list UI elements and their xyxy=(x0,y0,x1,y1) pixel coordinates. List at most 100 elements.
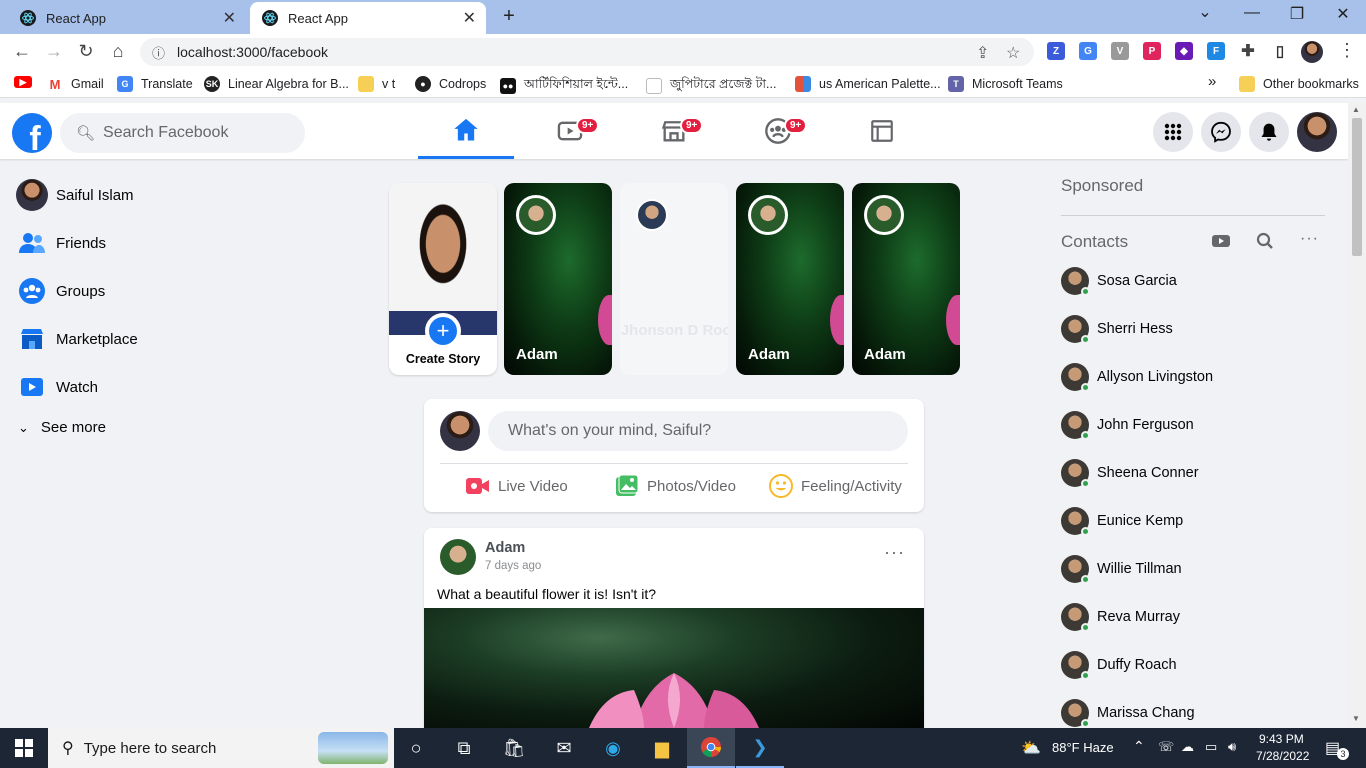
plus-icon[interactable]: + xyxy=(425,313,461,349)
minimize-button[interactable]: — xyxy=(1240,4,1264,22)
scrollbar-thumb[interactable] xyxy=(1352,118,1362,256)
story-card[interactable]: Jhonson D Rock xyxy=(620,183,728,375)
bookmark-linear-algebra[interactable]: SK Linear Algebra for B... xyxy=(204,76,349,92)
bookmark-gmail[interactable]: M Gmail xyxy=(47,76,104,92)
video-room-icon[interactable] xyxy=(1211,233,1231,254)
nav-home-tab[interactable] xyxy=(418,103,514,159)
clock-time[interactable]: 9:43 PM xyxy=(1259,732,1304,746)
translate-extension-icon[interactable]: G xyxy=(1079,42,1097,60)
close-tab-icon[interactable]: ✕ xyxy=(463,8,476,28)
bookmark-palette[interactable]: us American Palette... xyxy=(795,76,941,92)
meet-now-icon[interactable]: ☏ xyxy=(1158,739,1174,755)
nav-gaming-tab[interactable] xyxy=(834,103,930,159)
menu-button[interactable] xyxy=(1153,112,1193,152)
contact-item[interactable]: Duffy Roach xyxy=(1061,651,1177,680)
live-video-button[interactable]: Live Video xyxy=(466,474,568,498)
search-input[interactable]: 🔍︎ Search Facebook xyxy=(60,113,305,153)
windows-start-icon[interactable] xyxy=(0,728,48,768)
feeling-activity-button[interactable]: Feeling/Activity xyxy=(769,474,902,498)
weather-text[interactable]: 88°F Haze xyxy=(1052,740,1114,755)
bookmark-codrops[interactable]: ● Codrops xyxy=(415,76,486,92)
zip-extension-icon[interactable]: Z xyxy=(1047,42,1065,60)
nav-watch-tab[interactable]: 9+ xyxy=(522,103,618,159)
restore-button[interactable]: ❐ xyxy=(1285,4,1309,24)
see-more-button[interactable]: ⌄ See more xyxy=(18,419,106,436)
chevron-up-icon[interactable]: ⌃ xyxy=(1133,738,1145,755)
back-button[interactable]: ← xyxy=(11,41,33,62)
edge-icon[interactable]: ◉ xyxy=(589,728,637,768)
forward-button[interactable]: → xyxy=(43,41,65,62)
reload-button[interactable]: ↻ xyxy=(75,41,97,62)
file-explorer-icon[interactable]: ▆ xyxy=(638,728,686,768)
contact-item[interactable]: John Ferguson xyxy=(1061,411,1194,440)
bookmark-star-icon[interactable]: ☆ xyxy=(1006,43,1020,63)
address-bar[interactable]: ⓘ localhost:3000/facebook ⇪ ☆ xyxy=(140,38,1034,66)
purple-extension-icon[interactable]: ◆ xyxy=(1175,42,1193,60)
extensions-puzzle-icon[interactable]: ✚ xyxy=(1239,42,1257,60)
task-view-icon[interactable]: ⧉ xyxy=(440,728,488,768)
home-button[interactable]: ⌂ xyxy=(107,41,129,62)
volume-icon[interactable]: 🔊︎ xyxy=(1228,739,1236,755)
more-options-icon[interactable]: ··· xyxy=(884,542,905,563)
post-image[interactable] xyxy=(424,608,924,728)
composer-input[interactable]: What's on your mind, Saiful? xyxy=(488,411,908,451)
scroll-up-arrow-icon[interactable]: ▲ xyxy=(1352,105,1360,114)
contact-item[interactable]: Sherri Hess xyxy=(1061,315,1173,344)
facebook-logo-icon[interactable]: f xyxy=(12,113,52,153)
cortana-icon[interactable]: ○ xyxy=(392,728,440,768)
more-bookmarks-button[interactable]: » xyxy=(1208,73,1216,90)
onedrive-icon[interactable]: ☁ xyxy=(1181,739,1194,755)
contact-item[interactable]: Marissa Chang xyxy=(1061,699,1195,728)
contacts-options-icon[interactable]: ··· xyxy=(1300,230,1319,248)
bookmark-translate[interactable]: G Translate xyxy=(117,76,193,92)
share-icon[interactable]: ⇪ xyxy=(976,43,989,63)
side-panel-icon[interactable]: ▯ xyxy=(1271,42,1289,60)
store-icon[interactable]: 🛍︎ xyxy=(490,728,538,768)
v-extension-icon[interactable]: V xyxy=(1111,42,1129,60)
story-card[interactable]: Adam xyxy=(736,183,844,375)
clock-date[interactable]: 7/28/2022 xyxy=(1256,749,1309,763)
fi-extension-icon[interactable]: F xyxy=(1207,42,1225,60)
contact-item[interactable]: Allyson Livingston xyxy=(1061,363,1213,392)
post-author-avatar[interactable] xyxy=(440,539,476,575)
bookmark-teams[interactable]: T Microsoft Teams xyxy=(948,76,1063,92)
bookmark-youtube[interactable]: ▶ xyxy=(14,76,40,88)
network-icon[interactable]: ▭ xyxy=(1205,739,1217,755)
vscode-icon[interactable]: ❯ xyxy=(736,728,784,768)
tab-search-button[interactable]: ⌄ xyxy=(1193,2,1217,22)
contact-item[interactable]: Eunice Kemp xyxy=(1061,507,1183,536)
chrome-icon[interactable] xyxy=(687,728,735,768)
photos-video-button[interactable]: Photos/Video xyxy=(615,474,736,498)
scroll-down-arrow-icon[interactable]: ▼ xyxy=(1352,714,1360,723)
close-window-button[interactable]: ✕ xyxy=(1331,4,1355,24)
search-contacts-icon[interactable] xyxy=(1256,232,1274,254)
bookmark-folder-vt[interactable]: v t xyxy=(358,76,395,92)
sidebar-item-friends[interactable]: Friends xyxy=(16,227,106,259)
post-timestamp[interactable]: 7 days ago xyxy=(485,560,541,572)
pixiv-extension-icon[interactable]: P xyxy=(1143,42,1161,60)
post-author-name[interactable]: Adam xyxy=(485,540,525,556)
sidebar-item-watch[interactable]: Watch xyxy=(16,371,98,403)
sidebar-item-marketplace[interactable]: Marketplace xyxy=(16,323,138,355)
story-card[interactable]: Adam xyxy=(504,183,612,375)
contact-item[interactable]: Sosa Garcia xyxy=(1061,267,1177,296)
browser-tab-1[interactable]: React App ✕ xyxy=(8,2,246,34)
mail-icon[interactable]: ✉ xyxy=(540,728,588,768)
account-avatar[interactable] xyxy=(1297,112,1337,152)
chrome-menu-icon[interactable]: ⋮ xyxy=(1336,40,1358,61)
notifications-button[interactable] xyxy=(1249,112,1289,152)
new-tab-button[interactable]: + xyxy=(497,5,521,28)
profile-avatar[interactable] xyxy=(1301,41,1323,63)
story-card[interactable]: Adam xyxy=(852,183,960,375)
nav-groups-tab[interactable]: 9+ xyxy=(730,103,826,159)
nav-marketplace-tab[interactable]: 9+ xyxy=(626,103,722,159)
weather-icon[interactable]: ⛅ xyxy=(1021,738,1041,758)
contact-item[interactable]: Reva Murray xyxy=(1061,603,1180,632)
browser-tab-2[interactable]: React App ✕ xyxy=(250,2,486,34)
messenger-button[interactable] xyxy=(1201,112,1241,152)
other-bookmarks[interactable]: Other bookmarks xyxy=(1239,76,1359,92)
taskbar-search-input[interactable]: ⚲ Type here to search xyxy=(48,728,394,768)
contact-item[interactable]: Willie Tillman xyxy=(1061,555,1182,584)
create-story-card[interactable]: + Create Story xyxy=(389,183,497,375)
sidebar-item-groups[interactable]: Groups xyxy=(16,275,105,307)
